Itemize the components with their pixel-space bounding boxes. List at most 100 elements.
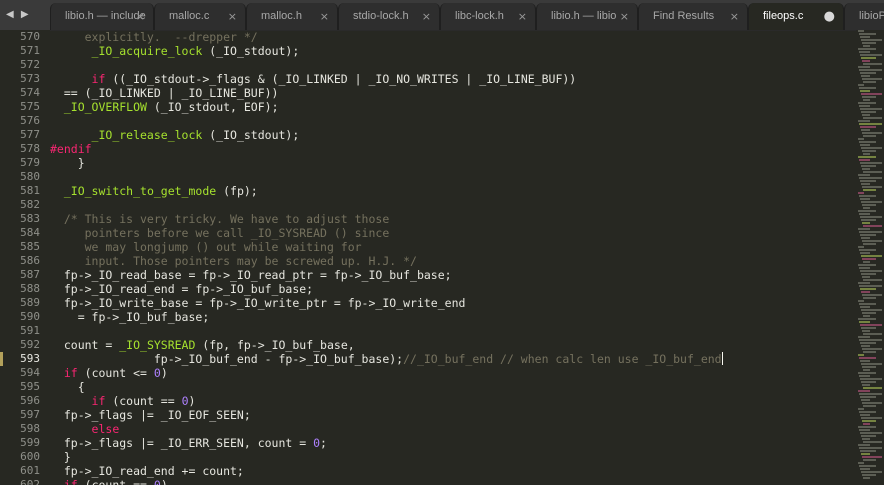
minimap-stroke: [858, 318, 876, 320]
code-line[interactable]: [50, 324, 856, 338]
code-line[interactable]: _IO_release_lock (_IO_stdout);: [50, 128, 856, 142]
code-token: (_IO_stdout, EOF);: [146, 100, 279, 114]
code-line[interactable]: fp->_flags |= _IO_ERR_SEEN, count = 0;: [50, 436, 856, 450]
close-icon[interactable]: ×: [620, 3, 629, 30]
code-line[interactable]: [50, 198, 856, 212]
code-line[interactable]: _IO_switch_to_get_mode (fp);: [50, 184, 856, 198]
code-line[interactable]: }: [50, 156, 856, 170]
minimap-stroke: [863, 135, 876, 137]
minimap-stroke: [858, 102, 876, 104]
tab-label: malloc.h: [261, 10, 302, 22]
code-token: (_IO_stdout);: [202, 128, 300, 142]
code-line[interactable]: fp->_IO_write_base = fp->_IO_write_ptr =…: [50, 296, 856, 310]
code-line[interactable]: /* This is very tricky. We have to adjus…: [50, 212, 856, 226]
code-token: (count ==: [105, 394, 182, 408]
code-line[interactable]: [50, 114, 856, 128]
minimap-stroke: [863, 99, 870, 101]
code-token: fp->_IO_read_end += count;: [50, 464, 244, 478]
code-line[interactable]: [50, 58, 856, 72]
code-line[interactable]: we may longjump () out while waiting for: [50, 240, 856, 254]
line-number: 581: [20, 184, 40, 197]
code-line[interactable]: if ((_IO_stdout->_flags & (_IO_LINKED | …: [50, 72, 856, 86]
minimap-stroke: [863, 315, 870, 317]
minimap-stroke: [860, 432, 882, 434]
code-line[interactable]: #endif: [50, 142, 856, 156]
minimap-stroke: [858, 30, 864, 32]
code-line[interactable]: fp->_IO_read_end = fp->_IO_buf_base;: [50, 282, 856, 296]
unsaved-dot-icon[interactable]: ●: [824, 3, 835, 30]
line-number: 570: [20, 30, 40, 43]
line-number: 588: [20, 282, 40, 295]
code-line[interactable]: if (count == 0): [50, 394, 856, 408]
close-icon[interactable]: ×: [228, 3, 237, 30]
close-icon[interactable]: ×: [518, 3, 527, 30]
code-area[interactable]: explicitly. --drepper */ _IO_acquire_loc…: [50, 30, 856, 485]
code-line[interactable]: = fp->_IO_buf_base;: [50, 310, 856, 324]
code-token: = fp->_IO_buf_base;: [50, 310, 210, 324]
tab-label: malloc.c: [169, 10, 210, 22]
code-line[interactable]: fp->_IO_buf_end - fp->_IO_buf_base);//_I…: [50, 352, 856, 366]
tab-nav-arrows[interactable]: ◀ ▶: [6, 6, 31, 24]
code-line[interactable]: _IO_OVERFLOW (_IO_stdout, EOF);: [50, 100, 856, 114]
close-icon[interactable]: ×: [136, 3, 145, 30]
code-line[interactable]: count = _IO_SYSREAD (fp, fp->_IO_buf_bas…: [50, 338, 856, 352]
minimap-stroke: [860, 270, 882, 272]
close-icon[interactable]: ×: [320, 3, 329, 30]
code-token: else: [91, 422, 120, 436]
line-number: 596: [20, 394, 40, 407]
code-line[interactable]: pointers before we call _IO_SYSREAD () s…: [50, 226, 856, 240]
line-number: 580: [20, 170, 40, 183]
tab-libio-h-include[interactable]: libio.h — include ×: [50, 3, 154, 30]
tab-label: libc-lock.h: [455, 10, 504, 22]
line-number: 600: [20, 450, 40, 463]
tab-fileops-c[interactable]: fileops.c ●: [748, 3, 844, 30]
close-icon[interactable]: ×: [422, 3, 431, 30]
minimap-stroke: [858, 246, 864, 248]
minimap-stroke: [861, 309, 882, 311]
minimap-stroke: [863, 369, 870, 371]
code-line[interactable]: explicitly. --drepper */: [50, 30, 856, 44]
line-number: 589: [20, 296, 40, 309]
minimap-stroke: [862, 96, 876, 98]
tab-find-results[interactable]: Find Results ×: [638, 3, 748, 30]
code-line[interactable]: else: [50, 422, 856, 436]
code-line[interactable]: if (count == 0): [50, 478, 856, 485]
tab-libio-h-libio[interactable]: libio.h — libio ×: [536, 3, 638, 30]
close-icon[interactable]: ×: [730, 3, 739, 30]
minimap-stroke: [861, 327, 876, 329]
tab-libc-lock-h[interactable]: libc-lock.h ×: [440, 3, 536, 30]
minimap-stroke: [858, 120, 870, 122]
minimap-stroke: [862, 456, 882, 458]
minimap-stroke: [860, 90, 870, 92]
minimap-stroke: [859, 87, 876, 89]
code-line[interactable]: {: [50, 380, 856, 394]
code-line[interactable]: fp->_flags |= _IO_EOF_SEEN;: [50, 408, 856, 422]
minimap-stroke: [863, 225, 882, 227]
minimap-stroke: [861, 201, 882, 203]
minimap-stroke: [861, 219, 876, 221]
tab-stdio-lock-h[interactable]: stdio-lock.h ×: [338, 3, 440, 30]
tab-malloc-h[interactable]: malloc.h ×: [246, 3, 338, 30]
code-line[interactable]: }: [50, 450, 856, 464]
minimap-stroke: [859, 375, 870, 377]
code-line[interactable]: fp->_IO_read_end += count;: [50, 464, 856, 478]
code-line[interactable]: == (_IO_LINKED | _IO_LINE_BUF)): [50, 86, 856, 100]
code-line[interactable]: fp->_IO_read_base = fp->_IO_read_ptr = f…: [50, 268, 856, 282]
code-token: (_IO_stdout);: [202, 44, 300, 58]
minimap[interactable]: [856, 30, 884, 485]
line-number: 576: [20, 114, 40, 127]
line-number: 599: [20, 436, 40, 449]
minimap-stroke: [859, 123, 882, 125]
code-line[interactable]: input. Those pointers may be screwed up.…: [50, 254, 856, 268]
code-token: 0: [181, 394, 189, 408]
editor-pane[interactable]: 570 571 572 573 574 575 576 577 578 579 580 581 582 5…: [0, 30, 884, 485]
minimap-stroke: [861, 435, 876, 437]
code-line[interactable]: _IO_acquire_lock (_IO_stdout);: [50, 44, 856, 58]
minimap-stroke: [862, 114, 870, 116]
tab-libiop[interactable]: libioP…: [844, 3, 884, 30]
minimap-stroke: [863, 243, 876, 245]
code-token: if: [63, 366, 78, 380]
code-line[interactable]: if (count <= 0): [50, 366, 856, 380]
code-line[interactable]: [50, 170, 856, 184]
tab-malloc-c[interactable]: malloc.c ×: [154, 3, 246, 30]
